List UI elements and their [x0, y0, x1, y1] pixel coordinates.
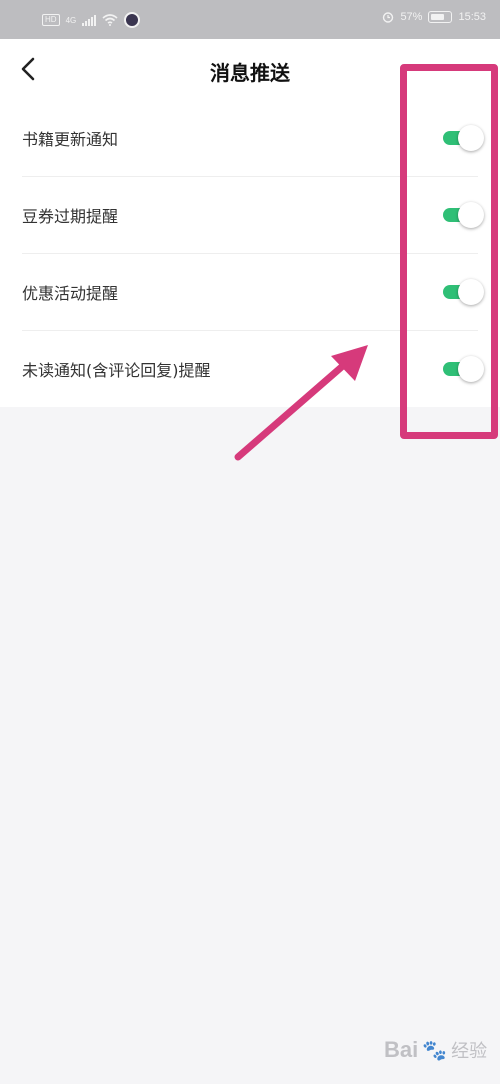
alarm-icon [383, 12, 394, 23]
app-notification-icon [124, 12, 141, 28]
signal-icon [82, 14, 97, 26]
watermark-suffix: 经验 [451, 1041, 488, 1061]
status-right: 57% 15:53 [382, 11, 486, 23]
annotation-highlight-box [400, 64, 498, 439]
battery-icon [428, 11, 453, 23]
status-left: HD 4G [42, 12, 141, 28]
wifi-icon [102, 14, 118, 26]
baidu-jingyan-watermark: Bai 🐾 经验 [384, 1030, 487, 1070]
battery-percent: 57% [400, 11, 423, 23]
status-bar: HD 4G 57% 15:53 [0, 0, 500, 39]
paw-icon: 🐾 [422, 1039, 448, 1062]
setting-label: 豆券过期提醒 [22, 206, 119, 226]
setting-label: 书籍更新通知 [22, 129, 119, 149]
setting-label: 未读通知(含评论回复)提醒 [22, 360, 211, 380]
watermark-brand: Bai [384, 1037, 419, 1062]
hd-badge: HD [42, 14, 60, 26]
network-type: 4G [65, 15, 77, 25]
status-time: 15:53 [458, 11, 486, 23]
setting-label: 优惠活动提醒 [22, 283, 119, 303]
